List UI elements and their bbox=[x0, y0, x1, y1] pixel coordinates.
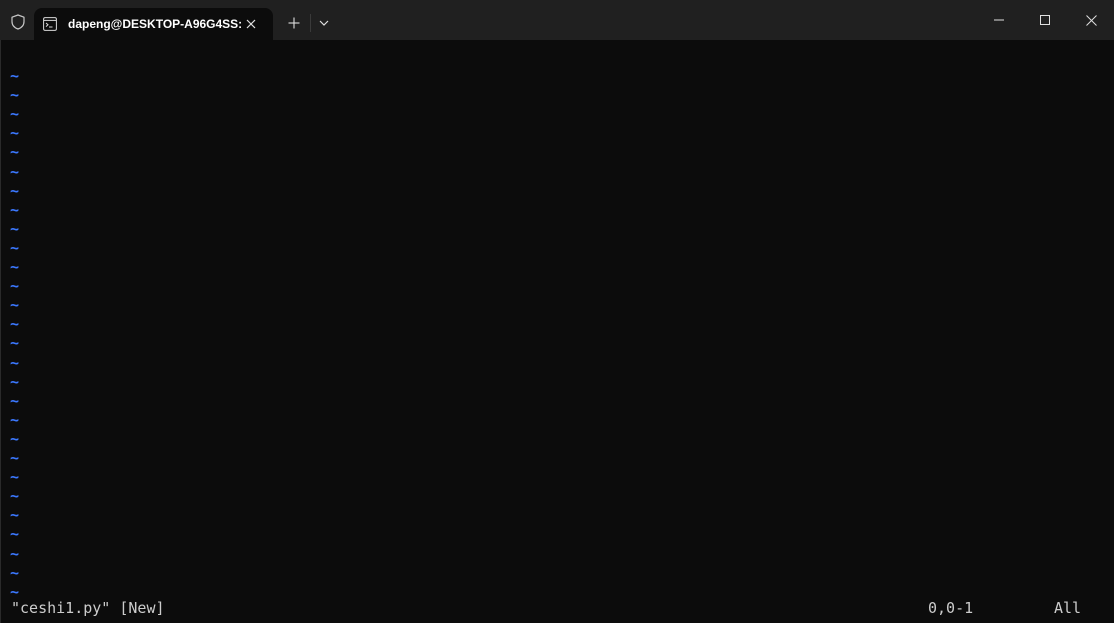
tab-title: dapeng@DESKTOP-A96G4SS: bbox=[68, 17, 243, 31]
empty-line-tilde: ~ bbox=[10, 372, 20, 391]
minimize-icon bbox=[994, 19, 1004, 21]
chevron-down-icon bbox=[319, 20, 329, 26]
new-tab-button[interactable] bbox=[284, 13, 304, 33]
close-icon bbox=[1085, 14, 1097, 26]
close-button[interactable] bbox=[1068, 0, 1114, 40]
empty-line-tilde: ~ bbox=[10, 67, 20, 85]
shield-icon[interactable] bbox=[8, 12, 28, 32]
empty-line-tilde: ~ bbox=[10, 315, 20, 334]
empty-line-tilde: ~ bbox=[10, 429, 20, 448]
empty-line-tilde: ~ bbox=[10, 563, 20, 582]
empty-line-tilde: ~ bbox=[10, 219, 20, 238]
empty-line-tilde: ~ bbox=[10, 124, 20, 143]
empty-line-tilde: ~ bbox=[10, 391, 20, 410]
empty-line-tilde: ~ bbox=[10, 105, 20, 124]
status-cursor-position: 0,0-1 bbox=[928, 599, 974, 617]
terminal-window: dapeng@DESKTOP-A96G4SS: ~ ~ ~ ~ ~ ~ ~ ~ … bbox=[0, 0, 1114, 623]
empty-line-tilde: ~ bbox=[10, 334, 20, 353]
empty-line-tilde: ~ bbox=[10, 506, 20, 525]
status-file: "ceshi1.py" [New] bbox=[11, 599, 165, 617]
empty-line-tilde: ~ bbox=[10, 277, 20, 296]
empty-line-tilde: ~ bbox=[10, 296, 20, 315]
tab-terminal[interactable]: dapeng@DESKTOP-A96G4SS: bbox=[34, 8, 273, 40]
empty-line-tilde: ~ bbox=[10, 353, 20, 372]
tab-close-icon[interactable] bbox=[243, 16, 259, 32]
empty-line-tilde: ~ bbox=[10, 468, 20, 487]
status-scroll-position: All bbox=[1054, 599, 1082, 617]
terminal-content[interactable] bbox=[0, 40, 1114, 623]
minimize-button[interactable] bbox=[976, 0, 1022, 40]
empty-line-tilde: ~ bbox=[10, 143, 20, 162]
title-bar[interactable]: dapeng@DESKTOP-A96G4SS: bbox=[0, 0, 1114, 40]
empty-line-tilde: ~ bbox=[10, 449, 20, 467]
titlebar-divider bbox=[310, 14, 311, 32]
tab-dropdown-button[interactable] bbox=[314, 13, 334, 33]
empty-line-tilde: ~ bbox=[10, 487, 20, 506]
empty-line-tilde: ~ bbox=[10, 544, 20, 563]
maximize-icon bbox=[1040, 15, 1050, 25]
empty-line-tilde: ~ bbox=[10, 238, 20, 257]
empty-line-tilde: ~ bbox=[10, 525, 20, 544]
empty-line-tilde: ~ bbox=[10, 258, 20, 276]
empty-line-tilde: ~ bbox=[10, 200, 20, 219]
empty-line-tilde: ~ bbox=[10, 410, 20, 429]
maximize-button[interactable] bbox=[1022, 0, 1068, 40]
empty-line-tilde: ~ bbox=[10, 86, 20, 105]
empty-line-tilde: ~ bbox=[10, 162, 20, 181]
plus-icon bbox=[288, 17, 300, 29]
terminal-icon bbox=[43, 17, 57, 31]
empty-line-tilde: ~ bbox=[10, 181, 20, 200]
